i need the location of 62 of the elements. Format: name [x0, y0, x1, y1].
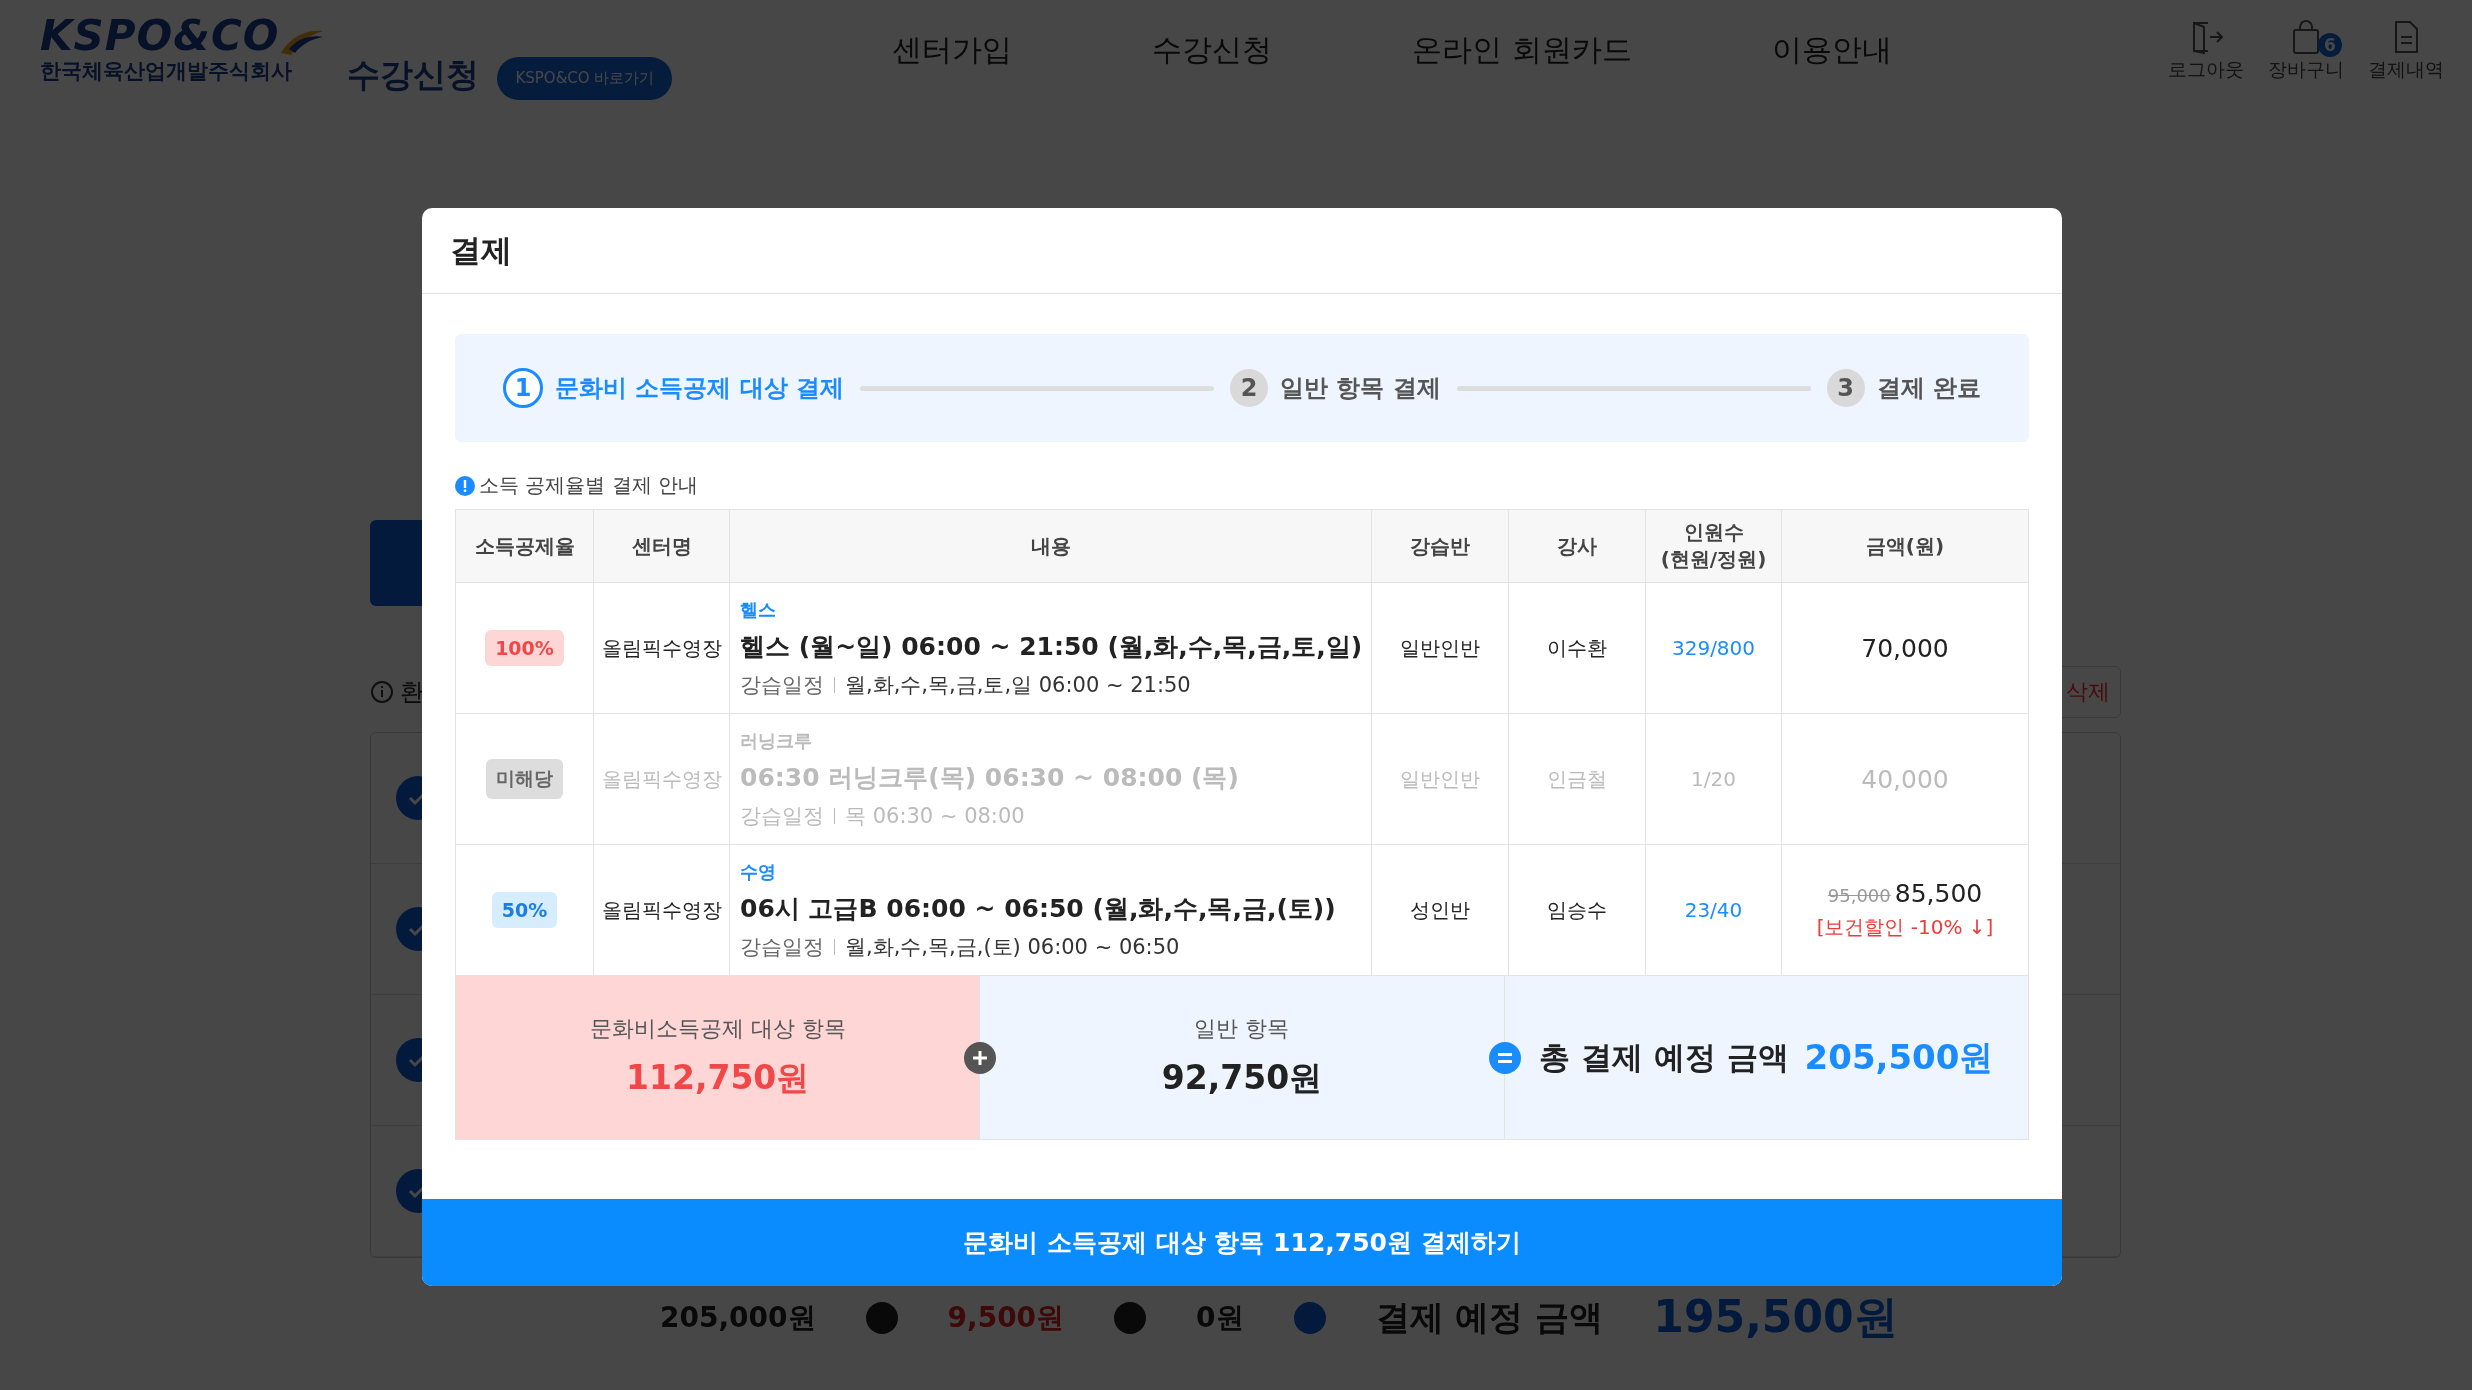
price: 40,000 — [1861, 764, 1949, 794]
table-cell: 인금철 — [1508, 713, 1646, 845]
pay-button[interactable]: 문화비 소득공제 대상 항목 112,750원 결제하기 — [422, 1199, 2062, 1286]
table-cell: 올림픽수영장 — [593, 713, 730, 845]
table-cell: 성인반 — [1371, 844, 1509, 976]
schedule-text: 목 06:30 ~ 08:00 — [845, 802, 1025, 830]
column-header: 금액(원) — [1781, 509, 2029, 583]
original-price: 95,000 — [1827, 885, 1891, 906]
rate-tag: 50% — [491, 892, 558, 928]
table-cell: 임승수 — [1508, 844, 1646, 976]
step[interactable]: 3 결제 완료 — [1826, 369, 1981, 407]
panel-amount: 112,750원 — [626, 1057, 810, 1099]
column-header: 센터명 — [593, 509, 730, 583]
panel-amount: 92,750원 — [1161, 1057, 1323, 1099]
table-cell: 올림픽수영장 — [593, 844, 730, 976]
dialog-title: 결제 — [450, 230, 512, 270]
schedule-label: 강습일정 — [740, 671, 824, 699]
schedule-label: 강습일정 — [740, 933, 824, 961]
table-cell: 일반인반 — [1371, 713, 1509, 845]
category-label: 수영 — [740, 859, 777, 884]
rate-tag: 미해당 — [486, 759, 563, 799]
table-cell: 올림픽수영장 — [593, 582, 730, 714]
course-title: 헬스 (월~일) 06:00 ~ 21:50 (월,화,수,목,금,토,일) — [740, 630, 1361, 663]
column-header: 내용 — [729, 509, 1372, 583]
discount-amount: 9,500원 — [947, 1299, 1065, 1336]
price: 70,000 — [1861, 633, 1949, 663]
refund-note: 환 — [400, 677, 424, 708]
table-cell: 23/40 — [1645, 844, 1782, 976]
guide-text: 소득 공제율별 결제 안내 — [479, 472, 699, 499]
column-header: 인원수 (현원/정원) — [1645, 509, 1782, 583]
step[interactable]: 2 일반 항목 결제 — [1230, 369, 1441, 407]
schedule-text: 월,화,수,목,금,토,일 06:00 ~ 21:50 — [845, 671, 1191, 699]
table-cell: 일반인반 — [1371, 582, 1509, 714]
category-label: 러닝크루 — [740, 728, 813, 753]
schedule-text: 월,화,수,목,금,(토) 06:00 ~ 06:50 — [845, 933, 1180, 961]
company-name: 한국체육산업개발주식회사 — [40, 58, 293, 85]
base-amount: 205,000원 — [660, 1299, 816, 1336]
column-header: 강습반 — [1371, 509, 1509, 583]
plus-icon — [964, 1041, 997, 1074]
table-cell: 1/20 — [1645, 713, 1782, 845]
total-label: 결제 예정 금액 — [1375, 1295, 1604, 1339]
category-label: 헬스 — [740, 597, 777, 622]
extra-amount: 0원 — [1196, 1299, 1244, 1336]
step[interactable]: 1 문화비 소득공제 대상 결제 — [503, 368, 845, 408]
table-cell: 329/800 — [1645, 582, 1782, 714]
column-header: 소득공제율 — [455, 509, 594, 583]
price: 85,500 — [1894, 879, 1983, 908]
schedule-label: 강습일정 — [740, 802, 824, 830]
column-header: 강사 — [1508, 509, 1646, 583]
equals-icon — [1488, 1041, 1521, 1074]
site-title: 수강신청 — [347, 54, 480, 96]
total-label: 총 결제 예정 금액 — [1539, 1037, 1789, 1077]
table-cell: 이수환 — [1508, 582, 1646, 714]
discount-note: [보건할인 -10% ↓] — [1815, 914, 1995, 941]
course-title: 06시 고급B 06:00 ~ 06:50 (월,화,수,목,금,(토)) — [740, 892, 1337, 925]
alert-icon — [455, 475, 475, 496]
panel-label: 일반 항목 — [1194, 1015, 1290, 1043]
panel-label: 문화비소득공제 대상 항목 — [589, 1015, 846, 1043]
rate-tag: 100% — [485, 630, 564, 666]
total-amount: 205,500원 — [1804, 1035, 1994, 1079]
total-amount: 195,500원 — [1653, 1290, 1898, 1344]
course-title: 06:30 러닝크루(목) 06:30 ~ 08:00 (목) — [740, 761, 1240, 794]
